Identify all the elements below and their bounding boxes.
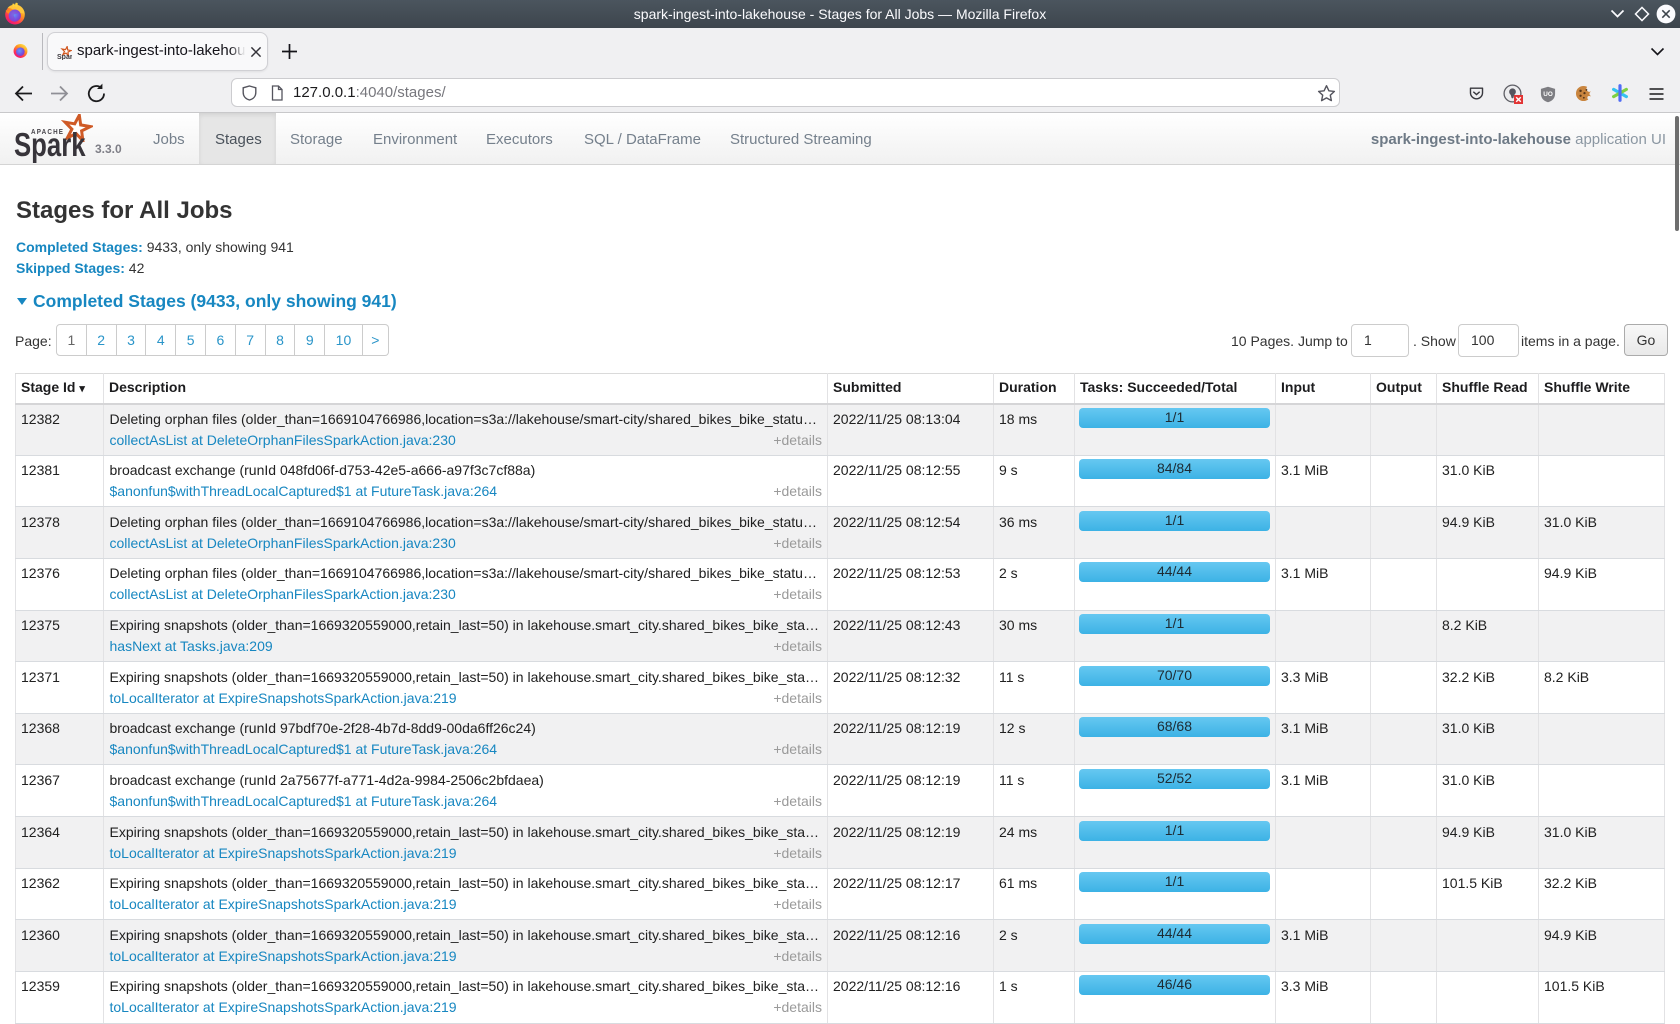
svg-text:Spark: Spark [57,54,72,60]
svg-text:UO: UO [1543,91,1553,98]
